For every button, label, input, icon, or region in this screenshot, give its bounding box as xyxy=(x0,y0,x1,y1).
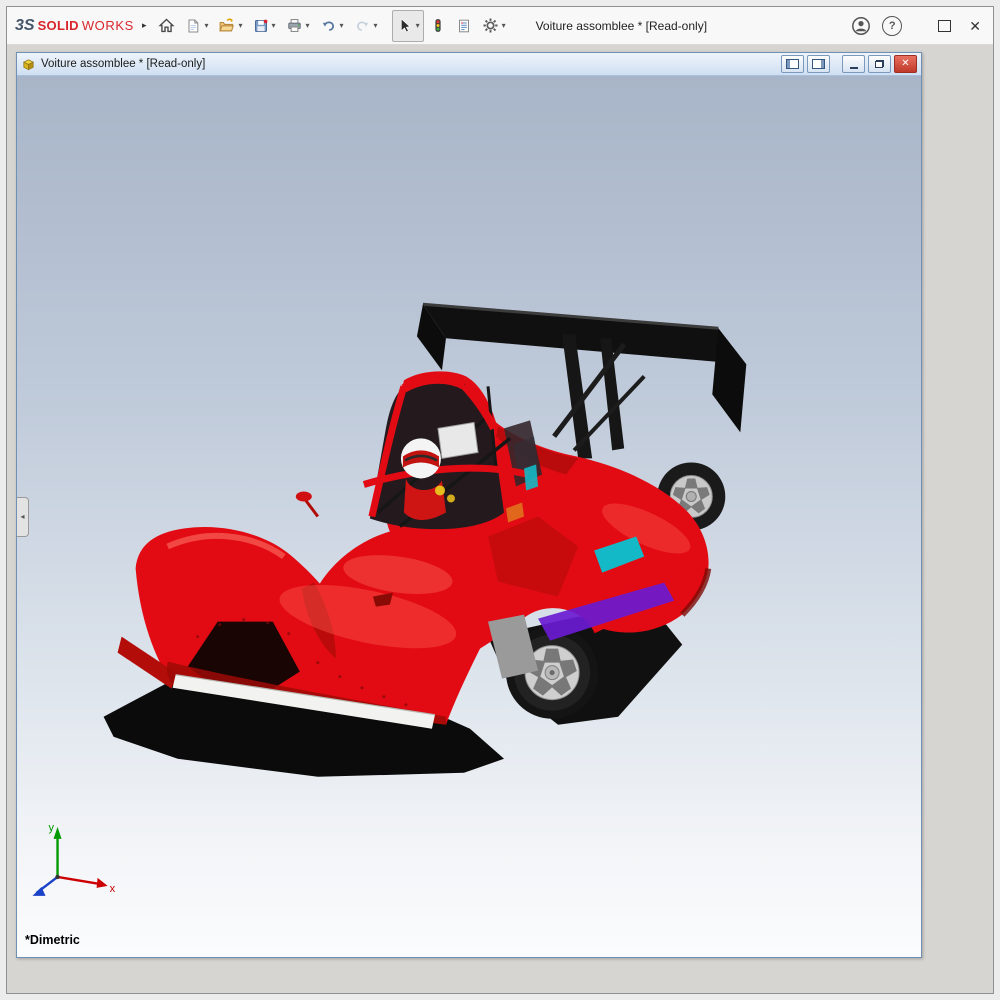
minimize-icon xyxy=(850,67,858,69)
panel-collapse-tab[interactable]: ◂ xyxy=(17,497,29,537)
help-icon[interactable]: ? xyxy=(882,16,902,36)
new-dropdown-icon[interactable]: ▾ xyxy=(204,21,208,30)
rebuild-traffic-light-icon xyxy=(430,17,446,34)
brand-works: WORKS xyxy=(82,18,134,33)
window-title: Voiture assomblee * [Read-only] xyxy=(536,19,707,33)
triad-x-label: x xyxy=(110,883,116,895)
open-folder-icon xyxy=(218,17,235,34)
rebuild-button[interactable] xyxy=(426,10,450,42)
redo-dropdown-icon[interactable]: ▾ xyxy=(374,21,378,30)
user-account-icon[interactable] xyxy=(850,15,872,37)
doc-close-button[interactable]: ✕ xyxy=(894,55,917,73)
document-window: Voiture assomblee * [Read-only] ✕ xyxy=(16,52,922,958)
help-glyph: ? xyxy=(889,20,896,32)
maximize-button[interactable] xyxy=(938,20,951,32)
save-dropdown-icon[interactable]: ▾ xyxy=(272,21,276,30)
solidworks-window: 3S SOLID WORKS ▸ ▾ ▾ xyxy=(6,6,994,994)
window-controls: ✕ xyxy=(938,19,985,33)
document-window-buttons: ✕ xyxy=(781,55,917,73)
solidworks-logo: 3S SOLID WORKS xyxy=(15,17,134,35)
restore-icon xyxy=(875,60,884,68)
select-dropdown-icon[interactable]: ▾ xyxy=(416,21,420,30)
toolbar-flyout-icon[interactable]: ▸ xyxy=(142,20,147,31)
screen: 3S SOLID WORKS ▸ ▾ ▾ xyxy=(0,0,1000,1000)
file-properties-icon xyxy=(456,18,472,34)
document-titlebar[interactable]: Voiture assomblee * [Read-only] ✕ xyxy=(17,53,921,76)
collapse-chevron-icon: ◂ xyxy=(20,512,24,521)
document-title: Voiture assomblee * [Read-only] xyxy=(41,58,205,70)
redo-button[interactable]: ▾ xyxy=(350,10,382,42)
home-icon xyxy=(158,17,175,34)
pane-right-icon xyxy=(812,59,825,69)
orientation-triad: y x xyxy=(33,822,116,896)
titlebar-right: ? ✕ xyxy=(850,15,985,37)
open-dropdown-icon[interactable]: ▾ xyxy=(238,21,242,30)
options-button[interactable]: ▾ xyxy=(478,10,510,42)
undo-icon xyxy=(320,17,337,34)
assembly-document-icon xyxy=(21,57,36,72)
close-button[interactable]: ✕ xyxy=(969,19,981,33)
doc-minimize-button[interactable] xyxy=(842,55,865,73)
brand-solid: SOLID xyxy=(38,18,79,33)
new-document-icon xyxy=(185,18,201,34)
doc-close-icon: ✕ xyxy=(901,59,909,69)
triad-y-label: y xyxy=(49,822,55,834)
options-dropdown-icon[interactable]: ▾ xyxy=(502,21,506,30)
view-orientation-label: *Dimetric xyxy=(25,933,80,947)
open-button[interactable]: ▾ xyxy=(214,10,246,42)
new-document-button[interactable]: ▾ xyxy=(181,10,212,42)
select-tool-button[interactable]: ▾ xyxy=(392,10,424,42)
home-button[interactable] xyxy=(154,10,179,42)
redo-icon xyxy=(354,17,371,34)
doc-restore-button[interactable] xyxy=(868,55,891,73)
save-button[interactable]: ▾ xyxy=(249,10,280,42)
save-icon xyxy=(253,18,269,34)
file-properties-button[interactable] xyxy=(452,10,476,42)
pane-toggle-left-button[interactable] xyxy=(781,55,804,73)
brand-3ds-glyph: 3S xyxy=(15,17,35,35)
select-cursor-icon xyxy=(396,17,413,34)
pane-left-icon xyxy=(786,59,799,69)
options-gear-icon xyxy=(482,17,499,34)
3d-viewport-scene[interactable]: y x xyxy=(17,76,921,957)
undo-button[interactable]: ▾ xyxy=(316,10,348,42)
undo-dropdown-icon[interactable]: ▾ xyxy=(340,21,344,30)
pane-toggle-right-button[interactable] xyxy=(807,55,830,73)
print-button[interactable]: ▾ xyxy=(282,10,314,42)
graphics-viewport[interactable]: y x ◂ *Dimetric xyxy=(17,76,921,957)
print-dropdown-icon[interactable]: ▾ xyxy=(306,21,310,30)
mdi-area: Voiture assomblee * [Read-only] ✕ xyxy=(7,45,993,993)
main-toolbar: 3S SOLID WORKS ▸ ▾ ▾ xyxy=(7,7,993,45)
print-icon xyxy=(286,17,303,34)
